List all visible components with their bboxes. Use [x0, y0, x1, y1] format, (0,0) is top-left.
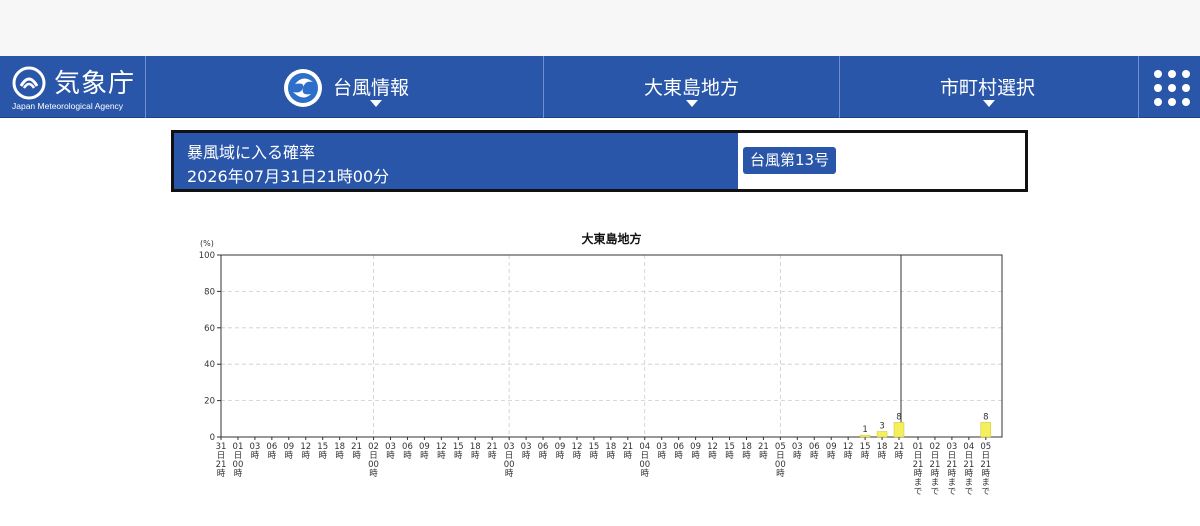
x-tick-label: 18 時: [470, 442, 481, 461]
x-tick-label: 21 時: [758, 442, 769, 461]
x-tick-label: 15 時: [724, 442, 735, 461]
probability-chart: 大東島地方 (%) 0 20 40 60 80 100 31 日 21 時 01 日 00 時 03 時 06 時 09…: [199, 231, 1003, 497]
x-tick-label: 21 時: [351, 442, 362, 461]
x-tick-label-cumulative: 05 日 21 時まで: [980, 442, 991, 497]
y-tick-label: 80: [204, 287, 215, 297]
x-tick-label: 09 時: [690, 442, 701, 461]
x-tick-label: 01 日 00 時: [233, 442, 244, 479]
x-tick-label: 15 時: [860, 442, 871, 461]
x-tick-label-cumulative: 03 日 21 時まで: [946, 442, 957, 497]
x-tick-label: 15 時: [588, 442, 599, 461]
x-tick-label-cumulative: 02 日 21 時まで: [930, 442, 941, 497]
x-tick-label: 12 時: [843, 442, 854, 461]
y-tick-label: 100: [199, 251, 215, 261]
y-tick-label: 40: [204, 360, 215, 370]
x-tick-label: 12 時: [436, 442, 447, 461]
bar-data-label: 8: [983, 412, 988, 422]
x-tick-label: 12 時: [707, 442, 718, 461]
x-tick-label: 18 時: [605, 442, 616, 461]
x-tick-label: 12 時: [572, 442, 583, 461]
x-tick-label: 03 時: [792, 442, 803, 461]
x-tick-label: 15 時: [317, 442, 328, 461]
x-tick-label: 21 時: [487, 442, 498, 461]
bar-data-label: 8: [896, 412, 901, 422]
x-tick-label: 21 時: [622, 442, 633, 461]
x-tick-label: 18 時: [877, 442, 888, 461]
x-tick-label: 06 時: [402, 442, 413, 461]
x-tick-label: 09 時: [283, 442, 294, 461]
x-tick-label: 09 時: [555, 442, 566, 461]
x-tick-label: 02 日 00 時: [368, 442, 379, 479]
y-tick-label: 20: [204, 397, 215, 407]
x-tick-label: 03 時: [656, 442, 667, 461]
x-tick-label: 03 時: [521, 442, 532, 461]
x-tick-label: 06 時: [266, 442, 277, 461]
x-tick-label: 06 時: [538, 442, 549, 461]
x-tick-label: 06 時: [809, 442, 820, 461]
probability-bar: [876, 431, 888, 438]
probability-bar: [859, 434, 871, 438]
y-tick-label: 60: [204, 324, 215, 334]
x-tick-label: 06 時: [673, 442, 684, 461]
x-tick-label: 12 時: [300, 442, 311, 461]
x-tick-label-cumulative: 01 日 21 時まで: [913, 442, 924, 497]
chart-title: 大東島地方: [581, 231, 641, 246]
bar-data-label: 1: [862, 425, 867, 435]
x-tick-label: 03 時: [249, 442, 260, 461]
x-tick-label: 18 時: [334, 442, 345, 461]
x-tick-label: 09 時: [826, 442, 837, 461]
x-tick-label: 18 時: [741, 442, 752, 461]
x-tick-label: 15 時: [453, 442, 464, 461]
x-tick-label: 31 日 21 時: [216, 442, 227, 479]
cumulative-probability-bar: [980, 422, 992, 438]
probability-bar: [893, 422, 905, 438]
chart-frame: [220, 254, 1003, 438]
bar-data-label: 3: [879, 422, 884, 432]
x-tick-label: 21 時: [894, 442, 905, 461]
y-axis-label: (%): [200, 239, 214, 248]
x-tick-label: 04 日 00 時: [639, 442, 650, 479]
y-tick-label: 0: [210, 433, 215, 443]
x-tick-label: 05 日 00 時: [775, 442, 786, 479]
x-tick-label: 03 時: [385, 442, 396, 461]
x-tick-label: 09 時: [419, 442, 430, 461]
x-tick-label: 03 日 00 時: [504, 442, 515, 479]
x-tick-label-cumulative: 04 日 21 時まで: [963, 442, 974, 497]
